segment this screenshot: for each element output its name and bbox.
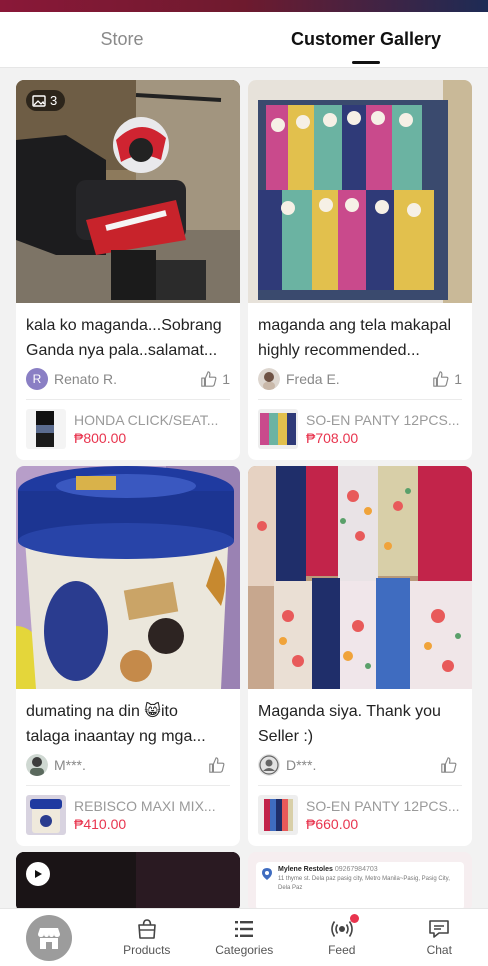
- product-name: SO-EN PANTY 12PCS...: [306, 798, 460, 814]
- nav-chat[interactable]: Chat: [391, 909, 488, 966]
- shipping-label: Mylene Restoles 09267984703 11 thyme st.…: [256, 862, 464, 910]
- product-name: REBISCO MAXI MIX...: [74, 798, 216, 814]
- product-price: ₱800.00: [74, 430, 127, 446]
- review-line: Seller :): [258, 728, 314, 745]
- review-text: kala ko maganda...Sobrang Ganda nya pala…: [16, 303, 240, 363]
- review-line: dumating na din 😸ito: [26, 703, 178, 720]
- thumbs-up-icon: [433, 371, 449, 387]
- shopping-bag-icon: [137, 919, 156, 939]
- floral-panties-image: [248, 466, 472, 689]
- thumbs-up-icon: [209, 757, 225, 773]
- motorcycle-image: [16, 80, 240, 303]
- status-strip: [0, 0, 488, 12]
- thumbs-up-icon: [201, 371, 217, 387]
- chat-icon: [429, 920, 450, 938]
- nav-categories[interactable]: Categories: [196, 909, 294, 966]
- product-name: SO-EN PANTY 12PCS...: [306, 412, 460, 428]
- product-thumbnail: [258, 409, 298, 449]
- review-photo-floral-panties[interactable]: [248, 466, 472, 689]
- product-thumbnail: [26, 795, 66, 835]
- bottom-navigation: Products Categories Feed Chat: [0, 908, 488, 966]
- play-icon: [26, 862, 50, 886]
- review-line: highly recommended...: [258, 342, 420, 359]
- review-text: dumating na din 😸ito talaga inaantay ng …: [16, 689, 240, 749]
- avatar: [258, 368, 280, 390]
- recipient-name: Mylene Restoles: [278, 866, 333, 873]
- reviewer-name: Freda E.: [286, 371, 340, 387]
- gallery-card[interactable]: 3 kala ko maganda...Sobrang Ganda nya pa…: [16, 80, 240, 460]
- product-price: ₱660.00: [306, 816, 359, 832]
- gallery-card[interactable]: dumating na din 😸ito talaga inaantay ng …: [16, 466, 240, 846]
- gallery-card[interactable]: maganda ang tela makapal highly recommen…: [248, 80, 472, 460]
- like-button[interactable]: [440, 756, 462, 774]
- review-photo-motorcycle[interactable]: 3: [16, 80, 240, 303]
- product-price: ₱708.00: [306, 430, 359, 446]
- review-text: Maganda siya. Thank you Seller :): [248, 689, 472, 749]
- location-pin-icon: [262, 868, 272, 880]
- review-line: Ganda nya pala..salamat...: [26, 342, 218, 359]
- product-link[interactable]: REBISCO MAXI MIX... ₱410.00: [16, 786, 240, 846]
- review-photo-rebisco[interactable]: [16, 466, 240, 689]
- product-name: HONDA CLICK/SEAT...: [74, 412, 219, 428]
- reviewer-row: D***.: [248, 749, 472, 781]
- product-link[interactable]: SO-EN PANTY 12PCS... ₱708.00: [248, 400, 472, 460]
- like-count: 1: [454, 371, 462, 387]
- review-line: kala ko maganda...Sobrang: [26, 317, 222, 334]
- product-thumbnail: [26, 409, 66, 449]
- image-icon: [32, 94, 46, 107]
- avatar: [258, 754, 280, 776]
- rebisco-tub-image: [16, 466, 240, 689]
- nav-feed[interactable]: Feed: [293, 909, 391, 966]
- nav-chat-label: Chat: [426, 943, 452, 957]
- reviewer-name: M***.: [54, 757, 86, 773]
- reviewer-row: M***.: [16, 749, 240, 781]
- recipient-address: 11 thyme st. Dela paz pasig city, Metro …: [278, 876, 450, 891]
- like-button[interactable]: 1: [432, 370, 462, 388]
- photo-count-badge: 3: [26, 90, 66, 111]
- review-text: maganda ang tela makapal highly recommen…: [248, 303, 472, 363]
- gallery-card[interactable]: Mylene Restoles 09267984703 11 thyme st.…: [248, 852, 472, 912]
- gallery-card[interactable]: Maganda siya. Thank you Seller :) D***. …: [248, 466, 472, 846]
- nav-categories-label: Categories: [215, 943, 274, 957]
- like-button[interactable]: [208, 756, 230, 774]
- nav-products[interactable]: Products: [98, 909, 196, 966]
- photo-count: 3: [50, 93, 58, 108]
- product-link[interactable]: SO-EN PANTY 12PCS... ₱660.00: [248, 786, 472, 846]
- reviewer-row: Freda E. 1: [248, 363, 472, 395]
- like-count: 1: [222, 371, 230, 387]
- nav-products-label: Products: [123, 943, 171, 957]
- gallery-card-video[interactable]: [16, 852, 240, 912]
- gallery-tabs: Store Customer Gallery: [0, 12, 488, 68]
- thumbs-up-icon: [441, 757, 457, 773]
- notification-dot: [349, 914, 359, 923]
- video-thumbnail: [16, 852, 240, 912]
- list-icon: [235, 921, 254, 937]
- review-photo-panties[interactable]: [248, 80, 472, 303]
- reviewer-name: Renato R.: [54, 371, 118, 387]
- like-button[interactable]: 1: [200, 370, 230, 388]
- review-line: talaga inaantay ng mga...: [26, 728, 206, 745]
- avatar: [26, 754, 48, 776]
- product-price: ₱410.00: [74, 816, 127, 832]
- reviewer-row: R Renato R. 1: [16, 363, 240, 395]
- tab-store[interactable]: Store: [0, 12, 244, 67]
- review-line: maganda ang tela makapal: [258, 317, 452, 334]
- tab-customer-gallery[interactable]: Customer Gallery: [244, 12, 488, 67]
- nav-store[interactable]: [0, 909, 98, 966]
- nav-feed-label: Feed: [328, 943, 356, 957]
- reviewer-name: D***.: [286, 757, 317, 773]
- review-line: Maganda siya. Thank you: [258, 703, 441, 720]
- product-link[interactable]: HONDA CLICK/SEAT... ₱800.00: [16, 400, 240, 460]
- panty-set-image: [248, 80, 472, 303]
- avatar: R: [26, 368, 48, 390]
- recipient-phone: 09267984703: [334, 866, 378, 873]
- store-icon: [26, 914, 72, 961]
- product-thumbnail: [258, 795, 298, 835]
